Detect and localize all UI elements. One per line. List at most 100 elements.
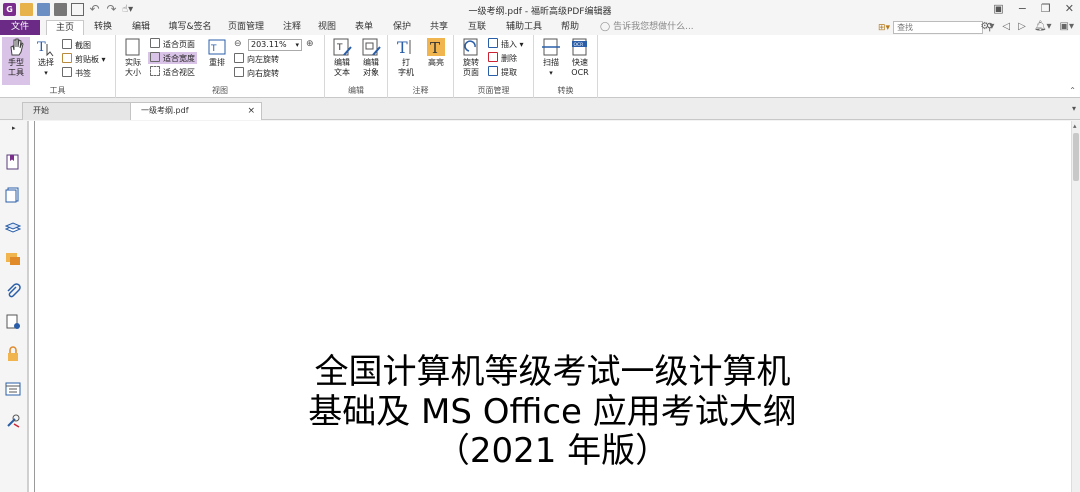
tell-me-text: 告诉我您想做什么... [613, 22, 694, 32]
fit-width-button[interactable]: 适合宽度 [148, 52, 197, 64]
tab-edit[interactable]: 编辑 [126, 20, 156, 35]
zoom-input[interactable]: 203.11% ▾ [248, 39, 302, 51]
svg-text:T: T [430, 39, 440, 57]
pages-icon[interactable] [5, 187, 21, 203]
collapse-ribbon-icon[interactable]: ⌃ [1069, 86, 1076, 95]
highlight-button[interactable]: T 高亮 [422, 37, 450, 68]
security-lock-icon[interactable] [5, 346, 21, 362]
fit-page-button[interactable]: 适合页面 [150, 38, 195, 50]
insert-page-icon [488, 38, 498, 48]
scroll-thumb[interactable] [1073, 133, 1079, 181]
screenshot-button[interactable]: 截图 [62, 39, 91, 51]
hand-tool-icon [10, 38, 24, 56]
quick-ocr-button[interactable]: OCR 快速 OCR [566, 37, 594, 78]
close-tab-icon[interactable]: × [247, 103, 255, 119]
typewriter-icon: T [397, 38, 411, 57]
tell-me[interactable]: ◯ 告诉我您想做什么... [600, 20, 694, 35]
bell-icon[interactable]: 🔔︎▾ [1034, 21, 1052, 32]
tab-protect[interactable]: 保护 [388, 20, 416, 35]
app-window: G ↶ ↷ ☝▾ 一级考纲.pdf - 福昕高级PDF编辑器 ▣ − ❐ ✕ 文… [0, 0, 1080, 492]
user-icon[interactable]: ▣▾ [1060, 21, 1074, 32]
tab-list-icon[interactable]: ▾ [1072, 104, 1076, 113]
menu-file[interactable]: 文件 [0, 20, 40, 35]
zoom-out-icon[interactable]: ⊖ [234, 39, 242, 49]
minimize-icon[interactable]: − [1018, 2, 1027, 15]
tab-convert[interactable]: 转换 [88, 20, 118, 35]
tab-comment[interactable]: 注释 [278, 20, 306, 35]
scan-button[interactable]: 扫描 ▾ [538, 37, 564, 78]
delete-page-icon [488, 52, 498, 62]
group-pages: 旋转 页面 插入 ▾ 删除 提取 页面管理 [454, 35, 534, 98]
delete-button[interactable]: 删除 [488, 52, 517, 64]
insert-button[interactable]: 插入 ▾ [488, 38, 524, 50]
tab-start[interactable]: 开始 [22, 102, 134, 120]
group-view-label: 视图 [212, 86, 228, 95]
tab-accessibility[interactable]: 辅助工具 [500, 20, 548, 35]
rotate-page-button[interactable]: 旋转 页面 [458, 37, 484, 78]
tools-icon[interactable] [5, 413, 21, 429]
form-fields-icon[interactable] [5, 381, 21, 397]
tab-document[interactable]: 一级考纲.pdf × [130, 102, 262, 120]
fit-visible-button[interactable]: 适合视区 [150, 66, 195, 78]
forward-icon[interactable]: ▷ [1018, 21, 1026, 32]
ribbon-display-icon[interactable]: ▣ [993, 2, 1003, 15]
back-icon[interactable]: ◁ [1002, 21, 1010, 32]
clipboard-icon [62, 53, 72, 63]
group-convert-label: 转换 [557, 86, 574, 95]
group-view: 实际 大小 适合页面 适合宽度 适合视区 T 重排 ⊖ 203.11% ▾ ⊕ 向… [116, 35, 325, 98]
fit-page-icon [150, 38, 160, 48]
edit-text-icon: T [333, 38, 352, 56]
layers-icon[interactable] [5, 219, 21, 235]
edit-text-button[interactable]: T 编辑 文本 [329, 37, 355, 78]
menu-bar: 文件 主页 转换 编辑 填写&签名 页面管理 注释 视图 表单 保护 共享 互联… [0, 20, 1080, 35]
tab-page-manage[interactable]: 页面管理 [224, 20, 268, 35]
typewriter-button[interactable]: T 打 字机 [392, 37, 420, 78]
tab-fill-sign[interactable]: 填写&签名 [165, 20, 215, 35]
tab-view[interactable]: 视图 [313, 20, 341, 35]
bookmarks-icon[interactable] [5, 154, 21, 170]
tab-help[interactable]: 帮助 [556, 20, 584, 35]
search-input[interactable]: 查找 [893, 21, 984, 34]
close-window-icon[interactable]: ✕ [1065, 2, 1074, 15]
clipboard-button[interactable]: 剪贴板 ▾ [62, 53, 106, 65]
group-pages-label: 页面管理 [477, 86, 510, 95]
extract-button[interactable]: 提取 [488, 66, 517, 78]
search-area: ⊞▾ 查找 ⚲ [878, 21, 993, 34]
attachments-icon[interactable] [5, 283, 21, 299]
actual-size-button[interactable]: 实际 大小 [120, 37, 146, 78]
bookmark-button[interactable]: 书签 [62, 67, 91, 79]
select-tool-button[interactable]: T 选择 ▾ [34, 37, 58, 78]
tab-connect[interactable]: 互联 [463, 20, 491, 35]
hand-tool-button[interactable]: 手型 工具 [2, 37, 30, 85]
rotate-left-icon [234, 53, 244, 63]
tab-form[interactable]: 表单 [350, 20, 378, 35]
zoom-dropdown-icon[interactable]: ▾ [295, 40, 299, 50]
restore-icon[interactable]: ❐ [1041, 2, 1051, 15]
expand-panel-icon[interactable]: ▸ [12, 124, 16, 132]
document-tabs: 开始 一级考纲.pdf × ▾ [0, 98, 1080, 120]
tab-share[interactable]: 共享 [425, 20, 453, 35]
reflow-button[interactable]: T 重排 [206, 37, 228, 68]
gear-icon[interactable]: ⚙▾ [980, 21, 994, 32]
signatures-icon[interactable] [5, 314, 21, 330]
vertical-scrollbar[interactable]: ▴ [1071, 121, 1080, 492]
fit-width-icon [150, 52, 160, 62]
window-controls: ▣ − ❐ ✕ [993, 2, 1074, 15]
group-convert: 扫描 ▾ OCR 快速 OCR 转换 [534, 35, 598, 98]
edit-object-button[interactable]: 编辑 对象 [357, 37, 385, 78]
search-options-icon[interactable]: ⊞▾ [878, 23, 890, 33]
comments-icon[interactable] [5, 251, 21, 267]
svg-text:T: T [210, 44, 217, 54]
title-bar: G ↶ ↷ ☝▾ 一级考纲.pdf - 福昕高级PDF编辑器 ▣ − ❐ ✕ [0, 0, 1080, 20]
lightbulb-icon: ◯ [600, 22, 611, 32]
zoom-in-icon[interactable]: ⊕ [306, 39, 314, 49]
svg-text:OCR: OCR [574, 42, 584, 48]
tab-home[interactable]: 主页 [46, 20, 84, 35]
scroll-up-icon[interactable]: ▴ [1073, 122, 1077, 130]
svg-text:T: T [37, 40, 46, 55]
rotate-left-button[interactable]: 向左旋转 [234, 53, 279, 65]
navigation-panel: ▸ [0, 121, 28, 492]
group-comment-label: 注释 [412, 86, 429, 95]
group-edit: T 编辑 文本 编辑 对象 编辑 [325, 35, 388, 98]
rotate-right-button[interactable]: 向右旋转 [234, 67, 279, 79]
